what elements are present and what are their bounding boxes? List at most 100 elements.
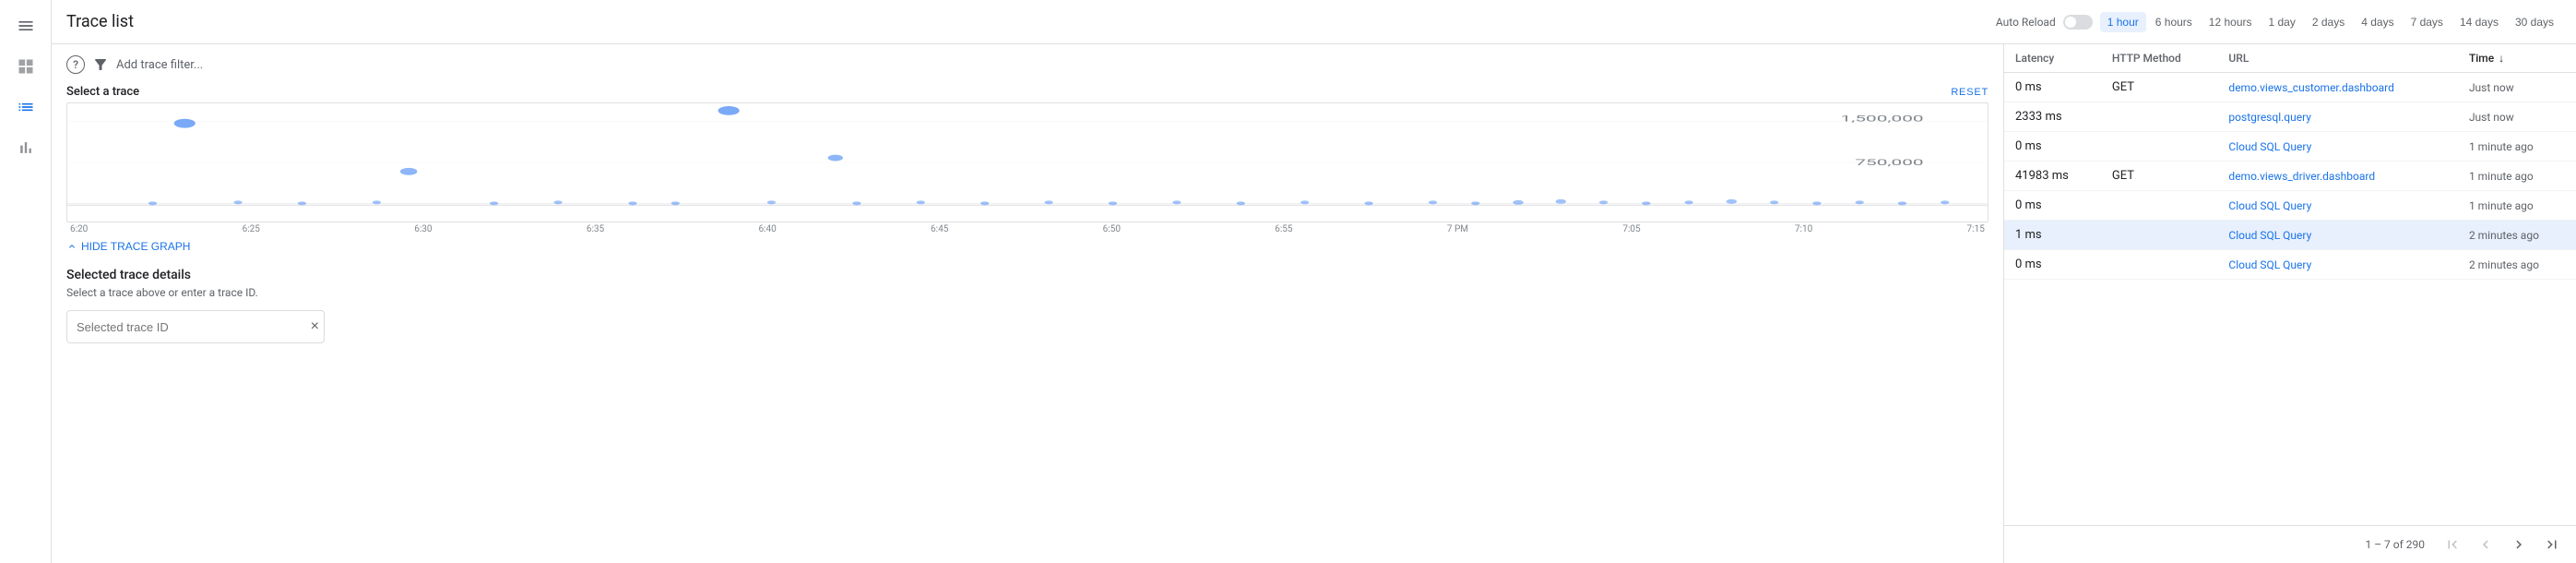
cell-method	[2101, 102, 2218, 132]
cell-time: Just now	[2458, 73, 2576, 102]
x-label-650: 6:50	[1103, 224, 1121, 234]
table-header: Latency HTTP Method URL Time ↓	[2004, 44, 2576, 73]
cell-time: 1 minute ago	[2458, 132, 2576, 162]
sidebar-item-chart[interactable]	[7, 129, 44, 166]
time-btn-6hours[interactable]: 6 hours	[2148, 12, 2200, 32]
pagination-last-button[interactable]	[2539, 532, 2565, 557]
main-content: Trace list Auto Reload 1 hour 6 hours 12…	[52, 0, 2576, 563]
trace-id-input-wrap: ×	[66, 310, 325, 343]
page-title: Trace list	[66, 12, 1996, 31]
trace-details-title: Selected trace details	[66, 268, 1988, 282]
cell-time: 1 minute ago	[2458, 162, 2576, 191]
trace-graph-section: Select a trace RESET	[66, 85, 1988, 253]
cell-latency: 0 ms	[2004, 73, 2101, 102]
pagination-prev-button[interactable]	[2473, 532, 2499, 557]
cell-time: 2 minutes ago	[2458, 221, 2576, 250]
cell-method	[2101, 221, 2218, 250]
time-btn-2days[interactable]: 2 days	[2305, 12, 2352, 32]
table-row[interactable]: 2333 ms postgresql.query Just now	[2004, 102, 2576, 132]
auto-reload-toggle[interactable]	[2063, 15, 2093, 30]
help-icon[interactable]: ?	[66, 55, 85, 74]
col-latency[interactable]: Latency	[2004, 44, 2101, 73]
x-label-705: 7:05	[1622, 224, 1640, 234]
time-btn-1hour[interactable]: 1 hour	[2100, 12, 2146, 32]
auto-reload-label: Auto Reload	[1996, 16, 2056, 29]
table-row[interactable]: 1 ms Cloud SQL Query 2 minutes ago	[2004, 221, 2576, 250]
body-area: ? Add trace filter... Select a trace RES…	[52, 44, 2576, 563]
header: Trace list Auto Reload 1 hour 6 hours 12…	[52, 0, 2576, 44]
pagination: 1 – 7 of 290	[2004, 525, 2576, 563]
trace-details: Selected trace details Select a trace ab…	[66, 268, 1988, 343]
time-btn-12hours[interactable]: 12 hours	[2202, 12, 2260, 32]
filter-bar: ? Add trace filter...	[66, 55, 1988, 74]
sidebar-item-list[interactable]	[7, 89, 44, 126]
x-label-635: 6:35	[587, 224, 604, 234]
cell-time: 2 minutes ago	[2458, 250, 2576, 280]
table-row[interactable]: 0 ms Cloud SQL Query 1 minute ago	[2004, 191, 2576, 221]
table-row[interactable]: 41983 ms GET demo.views_driver.dashboard…	[2004, 162, 2576, 191]
filter-placeholder: Add trace filter...	[116, 58, 203, 72]
cell-url: Cloud SQL Query	[2217, 132, 2458, 162]
table-body: 0 ms GET demo.views_customer.dashboard J…	[2004, 73, 2576, 280]
cell-url: demo.views_customer.dashboard	[2217, 73, 2458, 102]
time-btn-1day[interactable]: 1 day	[2261, 12, 2303, 32]
svg-text:750,000: 750,000	[1855, 158, 1923, 168]
cell-time: Just now	[2458, 102, 2576, 132]
cell-url: Cloud SQL Query	[2217, 250, 2458, 280]
x-label-630: 6:30	[414, 224, 432, 234]
time-btn-14days[interactable]: 14 days	[2452, 12, 2506, 32]
cell-method	[2101, 250, 2218, 280]
reset-button[interactable]: RESET	[1951, 87, 1988, 98]
clear-trace-id-button[interactable]: ×	[311, 319, 319, 334]
pagination-next-button[interactable]	[2506, 532, 2532, 557]
cell-method	[2101, 132, 2218, 162]
x-label-710: 7:10	[1795, 224, 1812, 234]
hide-graph-label: HIDE TRACE GRAPH	[81, 240, 190, 253]
trace-table-container: Latency HTTP Method URL Time ↓ 0 ms GET …	[2004, 44, 2576, 525]
trace-graph-header: Select a trace RESET	[66, 85, 1988, 99]
chart-x-axis: 6:20 6:25 6:30 6:35 6:40 6:45 6:50 6:55 …	[66, 222, 1988, 234]
cell-url: demo.views_driver.dashboard	[2217, 162, 2458, 191]
sort-arrow-icon: ↓	[2499, 52, 2504, 65]
hide-trace-graph-button[interactable]: HIDE TRACE GRAPH	[66, 240, 190, 253]
table-row[interactable]: 0 ms Cloud SQL Query 2 minutes ago	[2004, 250, 2576, 280]
cell-latency: 2333 ms	[2004, 102, 2101, 132]
trace-chart: 1,500,000 750,000	[67, 103, 1988, 222]
x-label-620: 6:20	[70, 224, 88, 234]
col-method[interactable]: HTTP Method	[2101, 44, 2218, 73]
sidebar-item-menu[interactable]	[7, 7, 44, 44]
filter-icon[interactable]	[92, 56, 109, 73]
x-label-645: 6:45	[931, 224, 948, 234]
chart-container[interactable]: 1,500,000 750,000	[66, 102, 1988, 222]
cell-method: GET	[2101, 73, 2218, 102]
cell-latency: 0 ms	[2004, 250, 2101, 280]
trace-table: Latency HTTP Method URL Time ↓ 0 ms GET …	[2004, 44, 2576, 280]
right-panel: Latency HTTP Method URL Time ↓ 0 ms GET …	[2004, 44, 2576, 563]
table-row[interactable]: 0 ms GET demo.views_customer.dashboard J…	[2004, 73, 2576, 102]
time-btn-30days[interactable]: 30 days	[2508, 12, 2561, 32]
cell-time: 1 minute ago	[2458, 191, 2576, 221]
cell-latency: 0 ms	[2004, 191, 2101, 221]
time-btn-4days[interactable]: 4 days	[2354, 12, 2401, 32]
col-time[interactable]: Time ↓	[2458, 44, 2576, 73]
left-panel: ? Add trace filter... Select a trace RES…	[52, 44, 2004, 563]
cell-method: GET	[2101, 162, 2218, 191]
select-trace-label: Select a trace	[66, 85, 139, 99]
cell-method	[2101, 191, 2218, 221]
svg-text:1,500,000: 1,500,000	[1841, 114, 1924, 124]
x-label-625: 6:25	[243, 224, 260, 234]
time-range-buttons: 1 hour 6 hours 12 hours 1 day 2 days 4 d…	[2100, 12, 2561, 32]
pagination-info: 1 – 7 of 290	[2365, 538, 2425, 551]
pagination-first-button[interactable]	[2439, 532, 2465, 557]
sidebar-item-dashboard[interactable]	[7, 48, 44, 85]
col-url[interactable]: URL	[2217, 44, 2458, 73]
trace-details-subtitle: Select a trace above or enter a trace ID…	[66, 286, 1988, 299]
table-row[interactable]: 0 ms Cloud SQL Query 1 minute ago	[2004, 132, 2576, 162]
trace-id-input[interactable]	[66, 310, 325, 343]
cell-latency: 0 ms	[2004, 132, 2101, 162]
cell-latency: 1 ms	[2004, 221, 2101, 250]
time-btn-7days[interactable]: 7 days	[2404, 12, 2451, 32]
x-label-715: 7:15	[1967, 224, 1985, 234]
x-label-7pm: 7 PM	[1447, 224, 1468, 234]
cell-url: postgresql.query	[2217, 102, 2458, 132]
